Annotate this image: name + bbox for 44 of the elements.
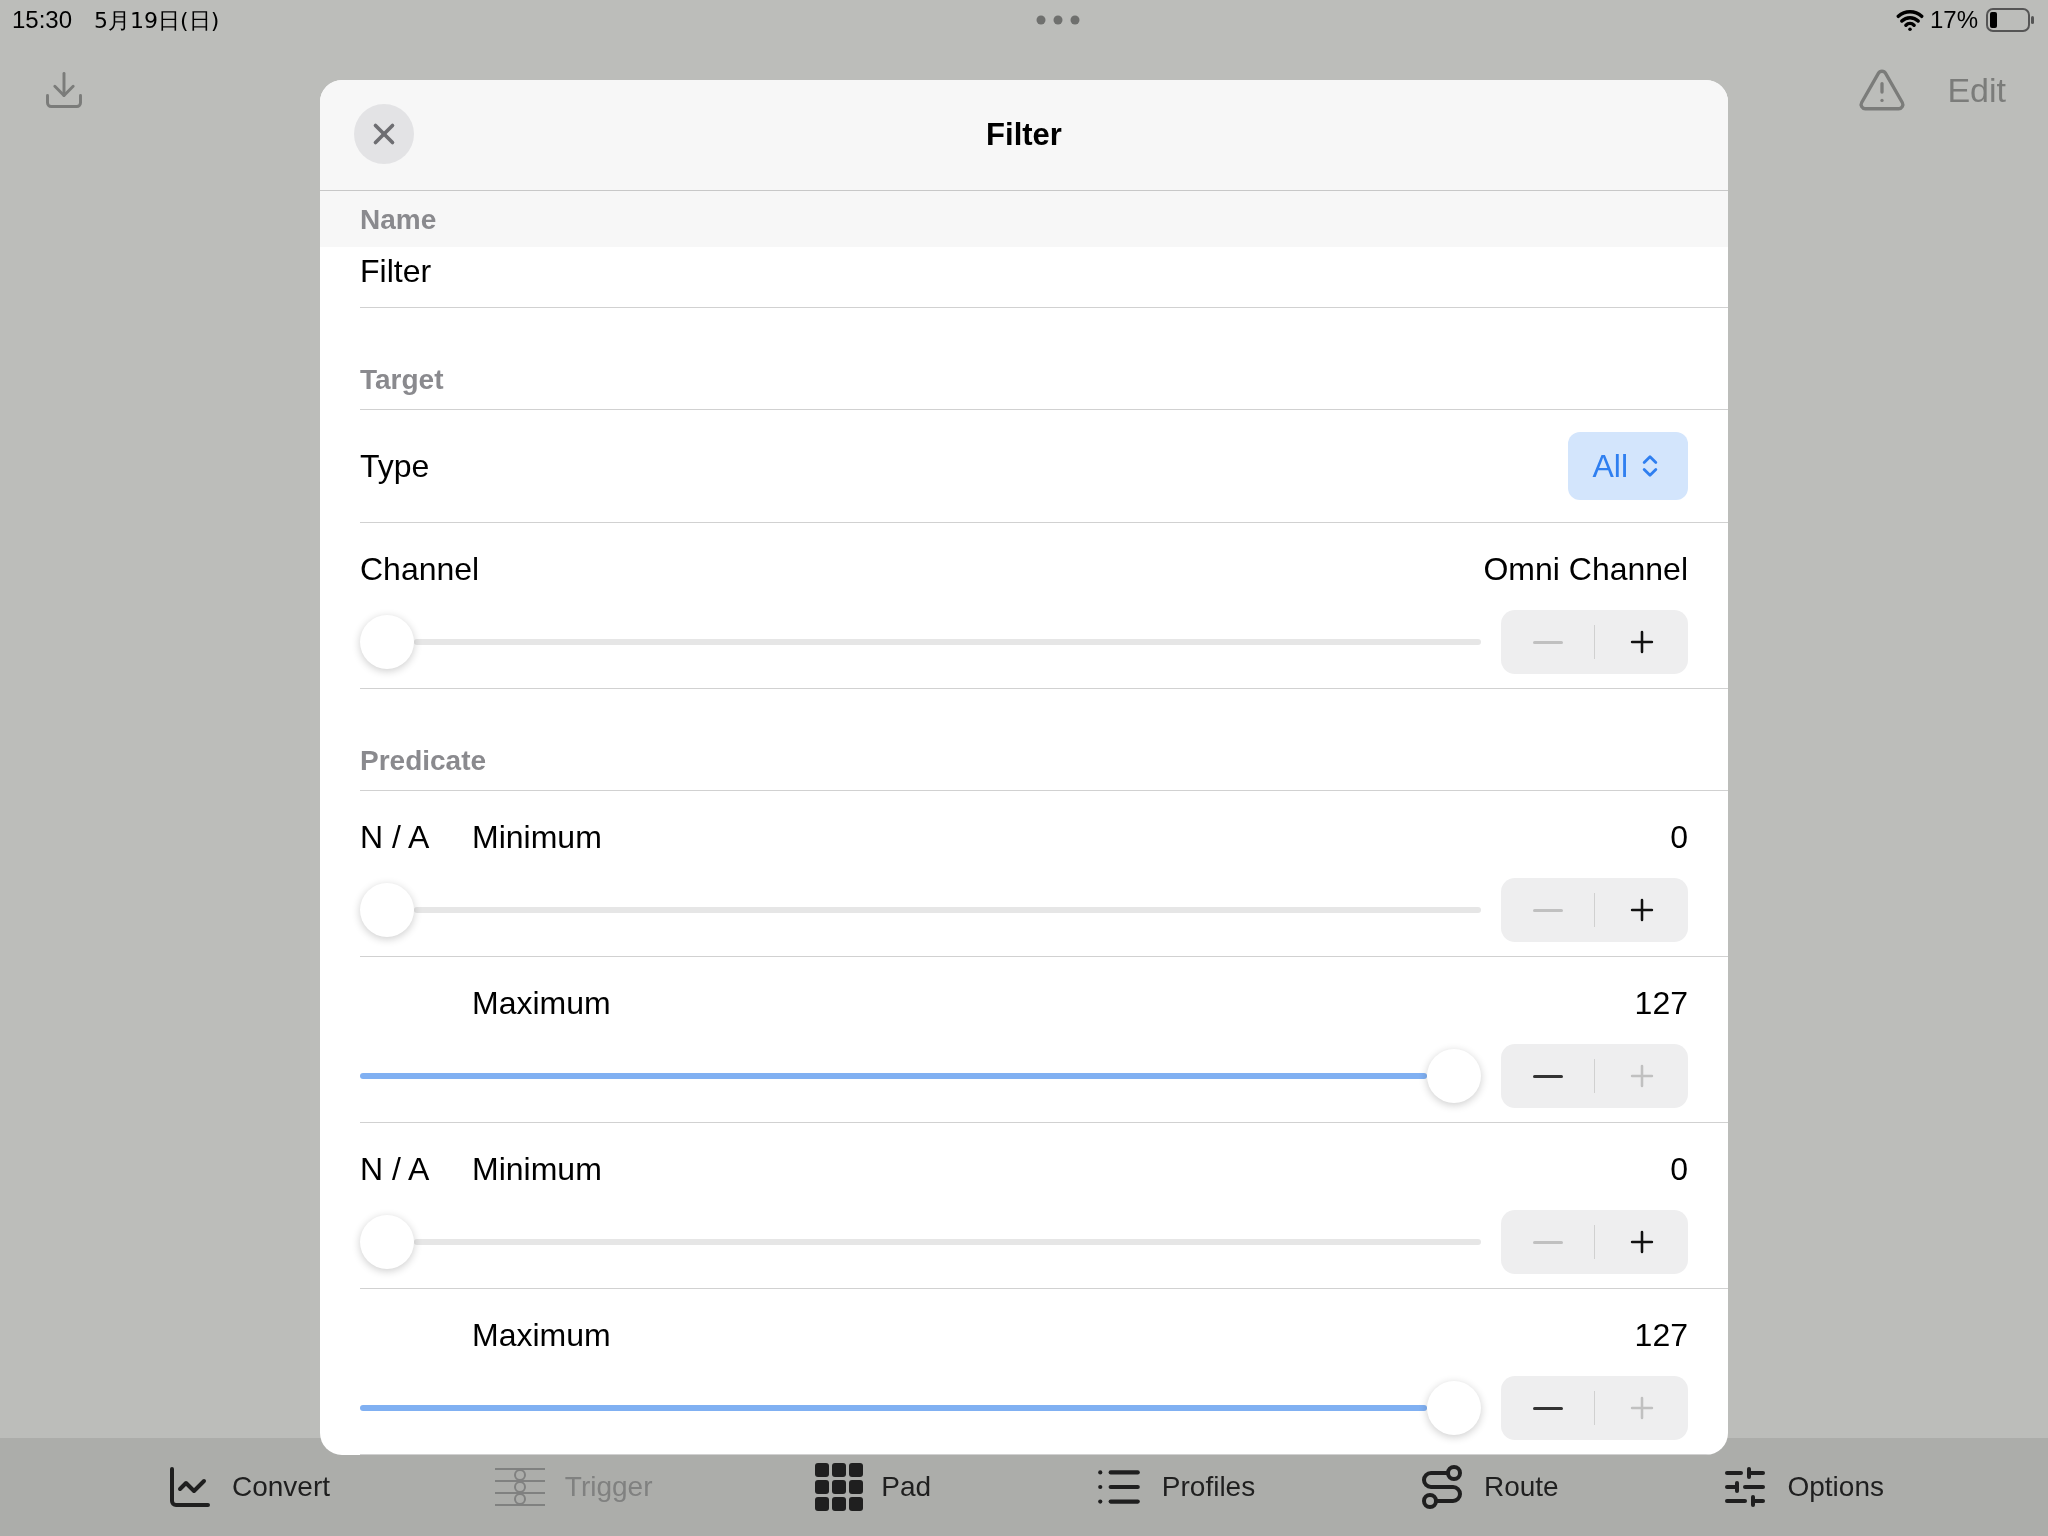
value-reading: Omni Channel	[1483, 550, 1688, 589]
grid-icon	[815, 1463, 864, 1511]
slider[interactable]	[360, 1049, 1481, 1103]
slider[interactable]	[360, 1215, 1481, 1269]
slider-thumb[interactable]	[1427, 1381, 1481, 1435]
slider-thumb[interactable]	[360, 615, 414, 669]
tab-bar-item[interactable]: Pad	[815, 1463, 932, 1511]
slider[interactable]	[360, 1381, 1481, 1435]
battery-percent: 17%	[1929, 5, 1978, 35]
value-reading: 0	[1670, 1150, 1688, 1189]
tab-bar-item[interactable]: Options	[1721, 1463, 1884, 1511]
more-dots-icon	[1035, 15, 1080, 25]
slider-thumb[interactable]	[360, 1215, 414, 1269]
section-header: Target	[360, 363, 444, 397]
slider[interactable]	[360, 615, 1481, 669]
minus-icon	[1532, 640, 1563, 644]
minus-icon	[1532, 1240, 1563, 1244]
tab-bar-item[interactable]: Profiles	[1093, 1462, 1256, 1512]
minus-icon	[1532, 1074, 1563, 1078]
value-reading: 127	[1634, 984, 1688, 1023]
slider-thumb[interactable]	[360, 883, 414, 937]
sheet-title: Filter	[986, 115, 1062, 154]
status-time: 15:30	[12, 5, 73, 35]
row-label: Minimum	[472, 1150, 602, 1189]
status-date: 5月19日(日)	[94, 6, 220, 35]
tab-bar-item[interactable]: Convert	[166, 1463, 331, 1511]
section-header: Name	[360, 202, 437, 237]
slider-thumb[interactable]	[1427, 1049, 1481, 1103]
prefix-label: N / A	[360, 1150, 431, 1189]
row-label: Maximum	[472, 984, 611, 1023]
value-reading: 0	[1670, 818, 1688, 857]
minus-icon	[1532, 1406, 1563, 1410]
row-label: Minimum	[472, 818, 602, 857]
name-field[interactable]: Filter	[360, 246, 1728, 295]
slider[interactable]	[360, 883, 1481, 937]
prefix-label: N / A	[360, 818, 431, 857]
value-reading: 127	[1634, 1316, 1688, 1355]
row-label: Type	[360, 447, 430, 486]
tab-bar-item[interactable]: Route	[1417, 1463, 1559, 1511]
battery-icon	[1986, 8, 2036, 32]
row-label: Maximum	[472, 1316, 611, 1355]
minus-icon	[1532, 908, 1563, 912]
section-header: Predicate	[360, 744, 487, 778]
row-label: Channel	[360, 550, 480, 589]
